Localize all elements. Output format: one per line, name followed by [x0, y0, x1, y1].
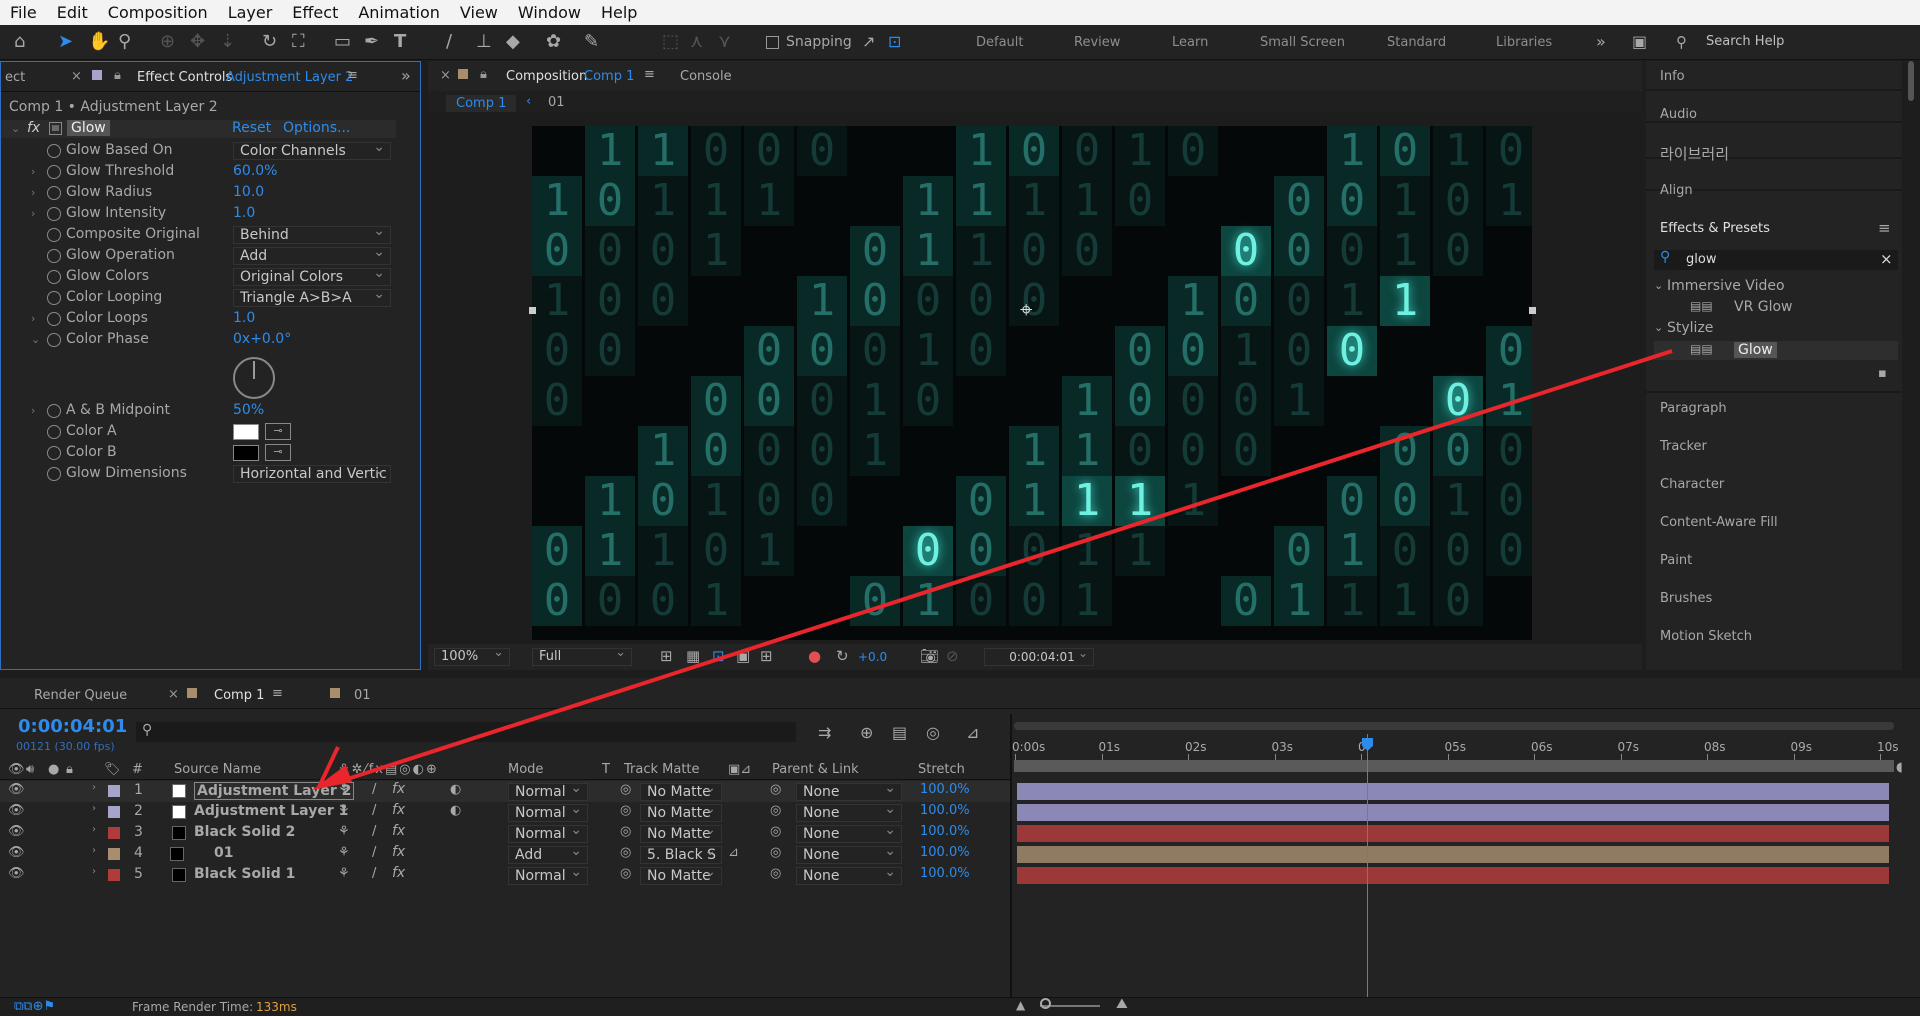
- annotation-arrow: [312, 349, 1673, 790]
- arrow-head: [312, 765, 352, 790]
- arrow-line: [334, 349, 1673, 785]
